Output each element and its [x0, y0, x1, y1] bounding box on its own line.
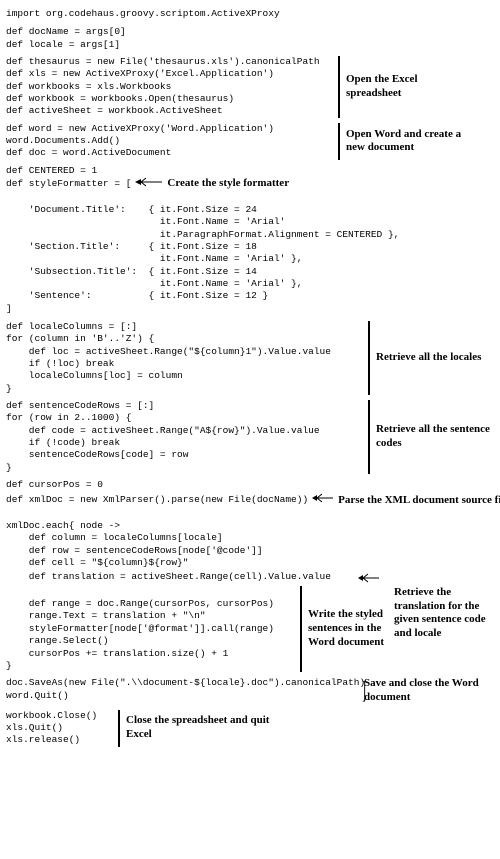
line: def row = sentenceCodeRows[node['@code']… — [6, 545, 263, 556]
code: def range = doc.Range(cursorPos, cursorP… — [6, 586, 296, 672]
annotation: Create the style formatter — [167, 177, 287, 191]
line: def workbooks = xls.Workbooks — [6, 81, 171, 92]
line: def localeColumns = [:] — [6, 321, 137, 332]
code: def xmlDoc = new XmlParser().parse(new F… — [6, 493, 478, 569]
line: xls.Quit() — [6, 722, 63, 733]
line: def styleFormatter = [ — [6, 178, 131, 190]
write-block: def range = doc.Range(cursorPos, cursorP… — [6, 586, 494, 672]
code: import org.codehaus.groovy.scriptom.Acti… — [6, 8, 280, 20]
line: def docName = args[0] — [6, 26, 126, 37]
line: def doc = word.ActiveDocument — [6, 147, 171, 158]
locale-columns-block: def localeColumns = [:] for (column in '… — [6, 321, 494, 395]
sentence-rows-block: def sentenceCodeRows = [:] for (row in 2… — [6, 400, 494, 474]
annotation-bar — [338, 56, 340, 118]
line: range.Text = translation + "\n" — [6, 610, 206, 621]
annotation: Retrieve all the locales — [376, 321, 481, 395]
line: sentenceCodeRows[code] = row — [6, 449, 188, 460]
annotation-bar — [368, 400, 370, 474]
annotation: Retrieve the translation for the given s… — [394, 586, 494, 672]
line: if (!code) break — [6, 437, 120, 448]
line: it.Font.Name = 'Arial' }, — [6, 278, 302, 289]
line: def translation = activeSheet.Range(cell… — [6, 571, 331, 582]
annotation: Open Word and create a new document — [346, 123, 466, 160]
annotation: Retrieve all the sentence codes — [376, 400, 496, 474]
line: for (column in 'B'..'Z') { — [6, 333, 154, 344]
arrow-icon — [135, 177, 163, 191]
line: 'Section.Title': { it.Font.Size = 18 — [6, 241, 257, 252]
save-block: doc.SaveAs(new File(".\\document-${local… — [6, 677, 494, 705]
code: def localeColumns = [:] for (column in '… — [6, 321, 364, 395]
line: def CENTERED = 1 — [6, 165, 97, 176]
line: it.Font.Name = 'Arial' }, — [6, 253, 302, 264]
code: def docName = args[0] def locale = args[… — [6, 26, 126, 51]
line: def word = new ActiveXProxy('Word.Applic… — [6, 123, 274, 134]
word-block: def word = new ActiveXProxy('Word.Applic… — [6, 123, 494, 160]
line: def sentenceCodeRows = [:] — [6, 400, 154, 411]
line: def cell = "${column}${row}" — [6, 557, 188, 568]
code: doc.SaveAs(new File(".\\document-${local… — [6, 677, 364, 705]
line: def locale = args[1] — [6, 39, 120, 50]
line: def column = localeColumns[locale] — [6, 532, 223, 543]
translation-line-block: def translation = activeSheet.Range(cell… — [6, 571, 494, 583]
line: def thesaurus = new File('thesaurus.xls'… — [6, 56, 320, 67]
bracket-icon: ] — [362, 677, 366, 705]
code: def CENTERED = 1 def styleFormatter = [ C… — [6, 165, 399, 315]
line: } — [6, 383, 12, 394]
close-excel-block: workbook.Close() xls.Quit() xls.release(… — [6, 710, 494, 747]
line: 'Document.Title': { it.Font.Size = 24 — [6, 204, 257, 215]
annotation-bar — [300, 586, 302, 672]
line: def range = doc.Range(cursorPos, cursorP… — [6, 598, 274, 609]
style-formatter-header: def CENTERED = 1 def styleFormatter = [ C… — [6, 165, 494, 315]
annotation-bar — [368, 321, 370, 395]
line: for (row in 2..1000) { — [6, 412, 131, 423]
arrow-icon — [312, 493, 334, 507]
code: workbook.Close() xls.Quit() xls.release(… — [6, 710, 114, 747]
annotation: Save and close the Word document — [364, 677, 484, 705]
line: it.Font.Name = 'Arial' — [6, 216, 285, 227]
cursor-pos-line: def cursorPos = 0 — [6, 479, 494, 491]
line: def xls = new ActiveXProxy('Excel.Applic… — [6, 68, 274, 79]
code: def translation = activeSheet.Range(cell… — [6, 571, 358, 583]
line: xls.release() — [6, 734, 80, 745]
annotation-bar — [118, 710, 120, 747]
line: def cursorPos = 0 — [6, 479, 103, 490]
line: } — [6, 660, 12, 671]
line: word.Quit() — [6, 690, 69, 701]
line: def loc = activeSheet.Range("${column}1"… — [6, 346, 331, 357]
line: word.Documents.Add() — [6, 135, 120, 146]
annotation: Write the styled sentences in the Word d… — [308, 586, 386, 672]
line: workbook.Close() — [6, 710, 97, 721]
excel-block: def thesaurus = new File('thesaurus.xls'… — [6, 56, 494, 118]
line: def xmlDoc = new XmlParser().parse(new F… — [6, 494, 308, 506]
line: range.Select() — [6, 635, 109, 646]
annotation: Parse the XML document source file — [338, 494, 478, 508]
line: localeColumns[loc] = column — [6, 370, 183, 381]
arrow-icon — [358, 571, 380, 583]
code: def sentenceCodeRows = [:] for (row in 2… — [6, 400, 364, 474]
line: 'Subsection.Title': { it.Font.Size = 14 — [6, 266, 257, 277]
line: cursorPos += translation.size() + 1 — [6, 648, 228, 659]
code: def word = new ActiveXProxy('Word.Applic… — [6, 123, 334, 160]
xml-parse-block: def xmlDoc = new XmlParser().parse(new F… — [6, 493, 494, 569]
line: doc.SaveAs(new File(".\\document-${local… — [6, 677, 365, 688]
code: def thesaurus = new File('thesaurus.xls'… — [6, 56, 334, 118]
annotation-bar — [338, 123, 340, 160]
import-line: import org.codehaus.groovy.scriptom.Acti… — [6, 8, 494, 20]
line: 'Sentence': { it.Font.Size = 12 } — [6, 290, 268, 301]
line: xmlDoc.each{ node -> — [6, 520, 120, 531]
line: it.ParagraphFormat.Alignment = CENTERED … — [6, 229, 399, 240]
code: def cursorPos = 0 — [6, 479, 103, 491]
line: if (!loc) break — [6, 358, 114, 369]
line: def workbook = workbooks.Open(thesaurus) — [6, 93, 234, 104]
args-block: def docName = args[0] def locale = args[… — [6, 26, 494, 51]
line: styleFormatter[node['@format']].call(ran… — [6, 623, 274, 634]
line: ] — [6, 303, 12, 314]
line: } — [6, 462, 12, 473]
annotation: Close the spreadsheet and quit Excel — [126, 710, 286, 747]
annotation: Open the Excel spreadsheet — [346, 56, 466, 118]
line: def code = activeSheet.Range("A${row}").… — [6, 425, 320, 436]
line: def activeSheet = workbook.ActiveSheet — [6, 105, 223, 116]
